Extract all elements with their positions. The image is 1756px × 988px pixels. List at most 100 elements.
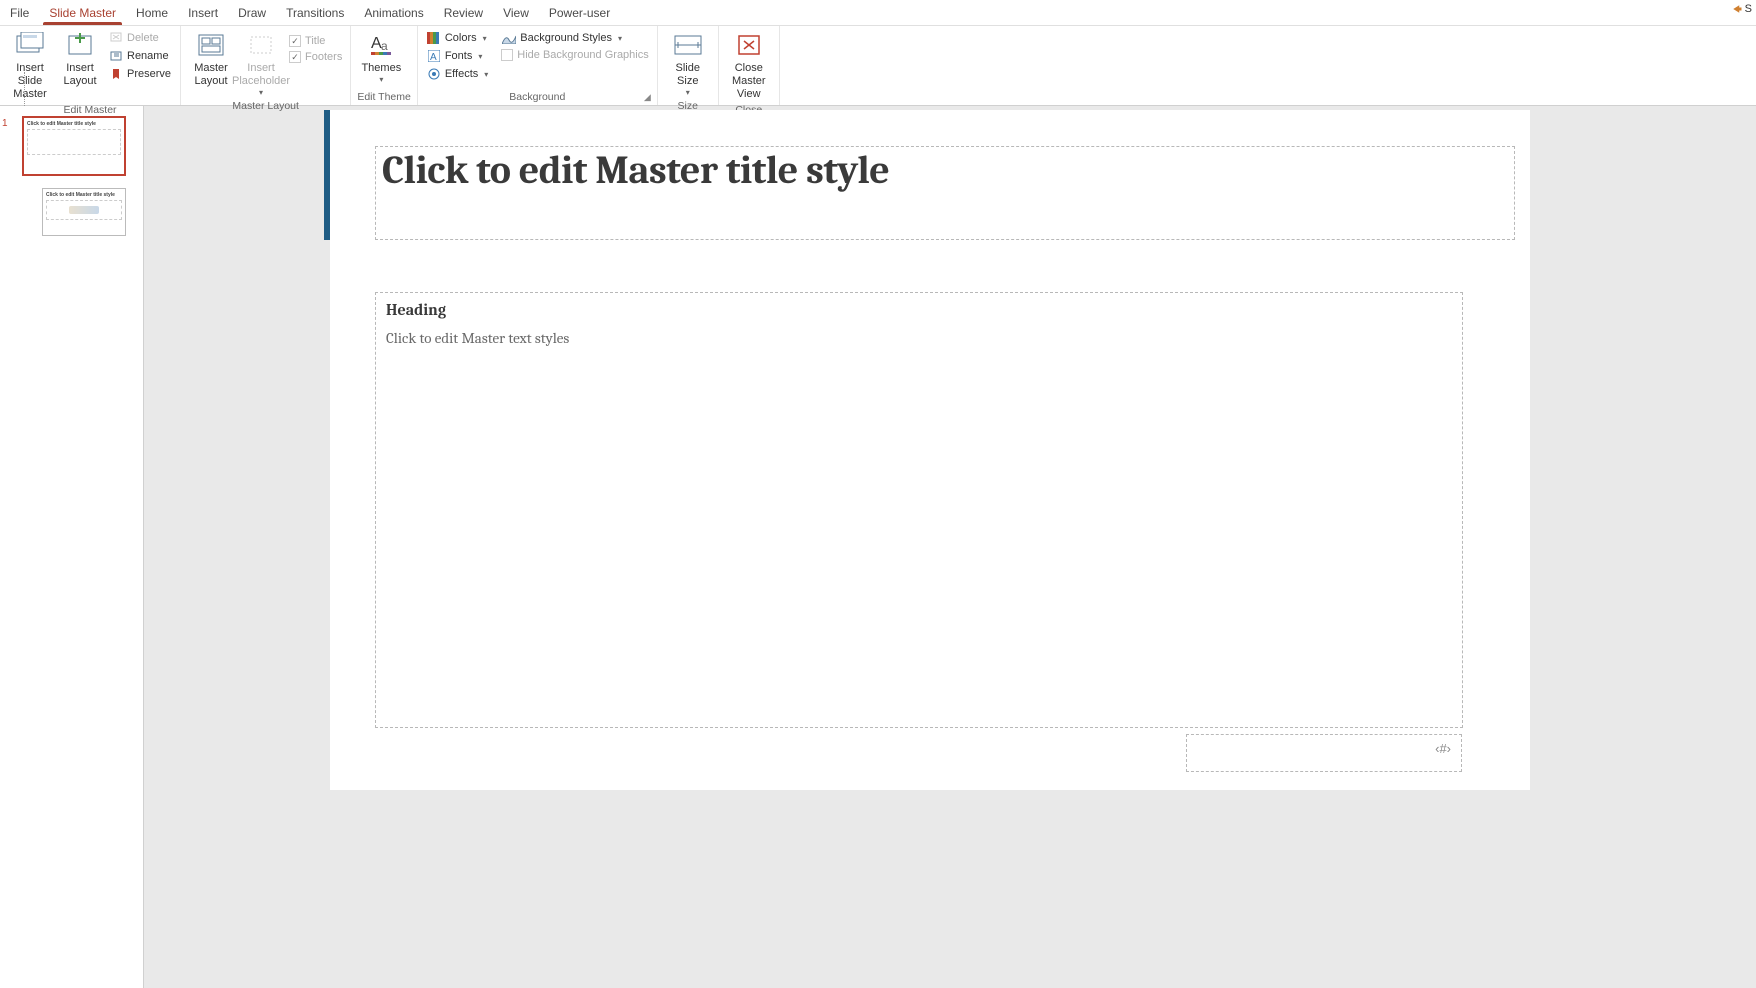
chevron-down-icon: ▾ — [379, 75, 383, 85]
rename-icon — [109, 49, 123, 63]
title-text[interactable]: Click to edit Master title style — [382, 147, 1508, 193]
delete-button: Delete — [106, 30, 174, 46]
layout-thumb-wrap: Click to edit Master title style — [8, 188, 135, 236]
background-styles-icon — [502, 31, 516, 45]
layout-thumbnail[interactable]: Click to edit Master title style — [42, 188, 126, 236]
tab-power-user[interactable]: Power-user — [539, 2, 620, 24]
page-number-placeholder[interactable]: ‹#› — [1186, 734, 1462, 772]
tab-slide-master[interactable]: Slide Master — [39, 2, 126, 24]
chevron-down-icon: ▾ — [483, 34, 487, 43]
group-background: Colors ▾ A Fonts ▾ Effects ▾ Background — [418, 26, 658, 105]
colors-label: Colors — [445, 32, 477, 44]
share-button[interactable]: S — [1731, 3, 1752, 15]
svg-text:A: A — [430, 52, 437, 62]
group-master-layout: Master Layout Insert Placeholder ▾ ✓ Tit… — [181, 26, 351, 105]
tab-draw[interactable]: Draw — [228, 2, 276, 24]
master-layout-button[interactable]: Master Layout — [187, 28, 235, 90]
insert-layout-label: Insert Layout — [58, 62, 102, 88]
thumb-title: Click to edit Master title style — [46, 192, 122, 198]
tab-review[interactable]: Review — [434, 2, 493, 24]
close-master-view-button[interactable]: Close Master View — [725, 28, 773, 104]
tab-animations[interactable]: Animations — [354, 2, 433, 24]
insert-placeholder-icon — [245, 30, 277, 60]
effects-icon — [427, 67, 441, 81]
effects-button[interactable]: Effects ▾ — [424, 66, 491, 82]
group-edit-theme-label: Edit Theme — [357, 91, 411, 105]
footers-checkbox: ✓ Footers — [287, 50, 344, 64]
rename-button[interactable]: Rename — [106, 48, 174, 64]
group-master-layout-label: Master Layout — [187, 100, 344, 114]
master-layout-label: Master Layout — [189, 62, 233, 88]
group-size: Slide Size ▾ Size — [658, 26, 719, 105]
chevron-down-icon: ▾ — [686, 88, 690, 98]
thumb-body-preview — [46, 200, 122, 220]
themes-label: Themes — [361, 62, 401, 75]
title-checkbox: ✓ Title — [287, 34, 344, 48]
page-number-text: ‹#› — [1435, 741, 1451, 756]
insert-placeholder-button: Insert Placeholder ▾ — [237, 28, 285, 100]
insert-slide-master-button[interactable]: Insert Slide Master — [6, 28, 54, 104]
thumb-title: Click to edit Master title style — [27, 121, 121, 127]
thumb-index: 1 — [2, 118, 8, 129]
master-layout-icon — [195, 30, 227, 60]
dialog-launcher-icon[interactable]: ◢ — [644, 92, 651, 103]
preserve-button[interactable]: Preserve — [106, 66, 174, 82]
slide-size-label: Slide Size — [666, 62, 710, 88]
slide-size-button[interactable]: Slide Size ▾ — [664, 28, 712, 100]
effects-label: Effects — [445, 68, 478, 80]
master-thumbnail[interactable]: Click to edit Master title style — [22, 116, 126, 176]
preserve-label: Preserve — [127, 68, 171, 80]
tab-bar: File Slide Master Home Insert Draw Trans… — [0, 0, 1756, 26]
colors-button[interactable]: Colors ▾ — [424, 30, 491, 46]
body-heading[interactable]: Heading — [386, 301, 1452, 319]
delete-label: Delete — [127, 32, 159, 44]
body-placeholder[interactable]: Heading Click to edit Master text styles — [375, 292, 1463, 728]
checkbox-checked-icon: ✓ — [289, 51, 301, 63]
tab-insert[interactable]: Insert — [178, 2, 228, 24]
colors-icon — [427, 31, 441, 45]
share-label: S — [1745, 3, 1752, 15]
editor-area: 1 Click to edit Master title style Click… — [0, 106, 1756, 988]
checkbox-checked-icon: ✓ — [289, 35, 301, 47]
tab-file[interactable]: File — [0, 2, 39, 24]
slide-master-canvas[interactable]: Click to edit Master title style Heading… — [330, 110, 1530, 790]
ribbon: Insert Slide Master Insert Layout Delete… — [0, 26, 1756, 106]
accent-bar — [324, 110, 330, 240]
title-checkbox-label: Title — [305, 35, 325, 47]
insert-placeholder-label: Insert Placeholder — [232, 62, 290, 88]
group-edit-master: Insert Slide Master Insert Layout Delete… — [0, 26, 181, 105]
title-placeholder[interactable]: Click to edit Master title style — [375, 146, 1515, 240]
close-icon — [733, 30, 765, 60]
themes-icon: Aa — [365, 30, 397, 60]
slide-canvas-area[interactable]: Click to edit Master title style Heading… — [144, 106, 1756, 988]
svg-text:a: a — [381, 39, 388, 53]
slide-size-icon — [672, 30, 704, 60]
group-background-label: Background◢ — [424, 91, 651, 105]
background-styles-button[interactable]: Background Styles ▾ — [499, 30, 650, 46]
slide-master-icon — [14, 30, 46, 60]
insert-layout-icon — [64, 30, 96, 60]
fonts-button[interactable]: A Fonts ▾ — [424, 48, 491, 64]
checkbox-empty-icon — [501, 49, 513, 61]
tab-home[interactable]: Home — [126, 2, 178, 24]
close-master-label: Close Master View — [727, 62, 771, 102]
hide-background-label: Hide Background Graphics — [517, 49, 648, 61]
chevron-down-icon: ▾ — [259, 88, 263, 98]
share-icon — [1731, 3, 1743, 15]
tab-transitions[interactable]: Transitions — [276, 2, 354, 24]
insert-layout-button[interactable]: Insert Layout — [56, 28, 104, 90]
chevron-down-icon: ▾ — [484, 70, 488, 79]
group-edit-theme: Aa Themes ▾ Edit Theme — [351, 26, 418, 105]
body-text[interactable]: Click to edit Master text styles — [386, 329, 1452, 347]
themes-button[interactable]: Aa Themes ▾ — [357, 28, 405, 87]
fonts-icon: A — [427, 49, 441, 63]
insert-slide-master-label: Insert Slide Master — [8, 62, 52, 102]
master-thumb-wrap: 1 Click to edit Master title style — [8, 116, 135, 176]
delete-icon — [109, 31, 123, 45]
tab-view[interactable]: View — [493, 2, 539, 24]
chevron-down-icon: ▾ — [618, 34, 622, 43]
thumbnails-pane[interactable]: 1 Click to edit Master title style Click… — [0, 106, 144, 988]
hide-background-checkbox: Hide Background Graphics — [499, 48, 650, 62]
footers-checkbox-label: Footers — [305, 51, 342, 63]
thumb-body-preview — [27, 129, 121, 155]
